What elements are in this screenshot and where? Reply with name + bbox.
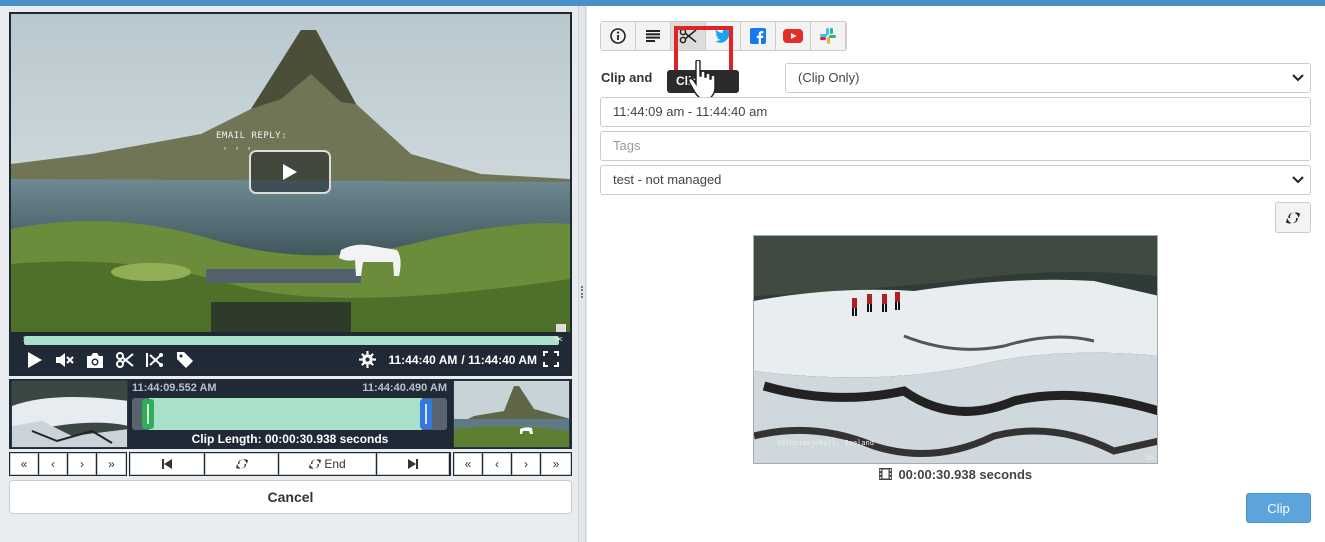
video-player[interactable]: EMAIL REPLY: ' ' ' ✂ ✂ [9, 12, 572, 376]
video-corner-icon [556, 324, 566, 332]
left-nav-group: « ‹ › » [9, 452, 127, 476]
clip-length: Clip Length: 00:00:30.938 seconds [191, 432, 389, 446]
loop-button[interactable] [205, 453, 278, 475]
clip-button[interactable] [110, 349, 140, 371]
play-button[interactable] [20, 349, 50, 371]
glacier-preview-image [754, 236, 1157, 463]
progress-end-icon: ✂ [554, 334, 564, 346]
right-nav-first[interactable]: « [454, 453, 482, 475]
tag-icon [177, 352, 193, 368]
tab-clip[interactable] [671, 22, 706, 50]
clip-duration: 00:00:30.938 seconds [753, 467, 1158, 482]
fullscreen-icon[interactable] [543, 351, 559, 367]
left-nav-first[interactable]: « [10, 453, 38, 475]
start-thumbnail[interactable] [11, 380, 128, 448]
clip-mode-value: (Clip Only) [798, 70, 860, 85]
loop-end-label: End [324, 457, 346, 471]
tab-info[interactable] [601, 22, 636, 50]
progress-bar[interactable] [24, 336, 559, 345]
total-time: / 11:44:40 AM [461, 353, 537, 367]
split-icon [146, 353, 163, 367]
clip-mode-select[interactable]: (Clip Only) [785, 63, 1311, 93]
right-panel: Clip Clip and (Clip Only) 11:44:09 am - … [587, 6, 1325, 542]
hand-cursor-icon [688, 60, 716, 99]
left-nav-last[interactable]: » [97, 453, 126, 475]
right-nav-last[interactable]: » [541, 453, 571, 475]
right-nav-prev[interactable]: ‹ [483, 453, 511, 475]
panel-splitter[interactable] [578, 6, 586, 542]
cancel-button[interactable]: Cancel [9, 480, 572, 514]
mountain-thumbnail-image [454, 381, 569, 447]
gear-icon[interactable] [359, 351, 377, 368]
tab-facebook[interactable] [741, 22, 776, 50]
film-icon [878, 468, 892, 480]
tags-input[interactable]: Tags [600, 131, 1311, 161]
preview-caption: Sólheimajökull, Iceland [777, 439, 874, 447]
facebook-icon [750, 28, 766, 44]
trim-selection [149, 398, 422, 430]
tag-button[interactable] [170, 349, 200, 371]
chevron-down-icon [1292, 176, 1304, 184]
time-range-field[interactable]: 11:44:09 am - 11:44:40 am [600, 97, 1311, 127]
clip-submit-button[interactable]: Clip [1246, 493, 1311, 523]
scissors-icon [679, 28, 697, 44]
twitter-icon [715, 29, 731, 43]
time-display: 11:44:40 AM / 11:44:40 AM [359, 350, 537, 370]
tool-tabs: Clip [600, 21, 847, 99]
trim-control: 11:44:09.552 AM 11:44:40.490 AM Clip Len… [129, 379, 451, 449]
split-button[interactable] [140, 349, 170, 371]
chevron-down-icon [1292, 74, 1304, 82]
trim-strip: 11:44:09.552 AM 11:44:40.490 AM Clip Len… [9, 379, 572, 449]
left-nav-prev[interactable]: ‹ [39, 453, 67, 475]
management-select[interactable]: test - not managed [600, 165, 1311, 195]
skip-start-icon [162, 459, 172, 469]
refresh-button[interactable] [1275, 202, 1311, 233]
slack-icon [820, 28, 836, 44]
info-icon [610, 28, 626, 44]
tab-text[interactable] [636, 22, 671, 50]
mute-button[interactable] [50, 349, 80, 371]
center-nav-group: End [129, 452, 451, 476]
end-thumbnail[interactable] [453, 380, 570, 448]
video-frame[interactable]: EMAIL REPLY: ' ' ' [11, 14, 570, 332]
current-time: 11:44:40 AM [388, 353, 458, 367]
right-nav-group: « ‹ › » [453, 452, 572, 476]
snapshot-button[interactable] [80, 349, 110, 371]
loop-end-button[interactable]: End [279, 453, 376, 475]
tab-twitter[interactable] [706, 22, 741, 50]
text-icon [646, 30, 660, 42]
trim-start-handle[interactable] [142, 399, 154, 429]
scissors-icon [116, 352, 134, 368]
trim-start-time: 11:44:09.552 AM [132, 382, 217, 394]
trim-track[interactable] [132, 398, 447, 430]
clip-preview[interactable]: Sólheimajökull, Iceland [753, 235, 1158, 464]
skip-end-button[interactable] [377, 453, 449, 475]
skip-end-icon [408, 459, 418, 469]
management-value: test - not managed [613, 172, 722, 187]
left-nav-next[interactable]: › [68, 453, 96, 475]
youtube-icon [783, 29, 803, 43]
play-icon [28, 352, 42, 368]
clip-duration-value: 00:00:30.938 seconds [898, 467, 1033, 482]
video-overlay-quotes: ' ' ' [222, 146, 253, 157]
tab-youtube[interactable] [776, 22, 811, 50]
splitter-grip-icon [581, 286, 583, 298]
repeat-icon [309, 459, 322, 469]
video-overlay-text: EMAIL REPLY: [216, 131, 288, 141]
refresh-icon [1286, 211, 1300, 224]
trim-end-handle[interactable] [420, 399, 432, 429]
mute-icon [56, 353, 74, 367]
play-icon [283, 164, 297, 180]
skip-start-button[interactable] [130, 453, 204, 475]
trim-end-time: 11:44:40.490 AM [362, 382, 447, 394]
left-panel: EMAIL REPLY: ' ' ' ✂ ✂ [0, 6, 578, 542]
right-nav-next[interactable]: › [512, 453, 540, 475]
glacier-thumbnail-image [12, 381, 127, 447]
camera-icon [87, 352, 103, 368]
clip-and-label: Clip and [601, 70, 653, 85]
tab-slack[interactable] [811, 22, 846, 50]
repeat-icon [235, 459, 248, 469]
big-play-button[interactable] [249, 150, 331, 194]
